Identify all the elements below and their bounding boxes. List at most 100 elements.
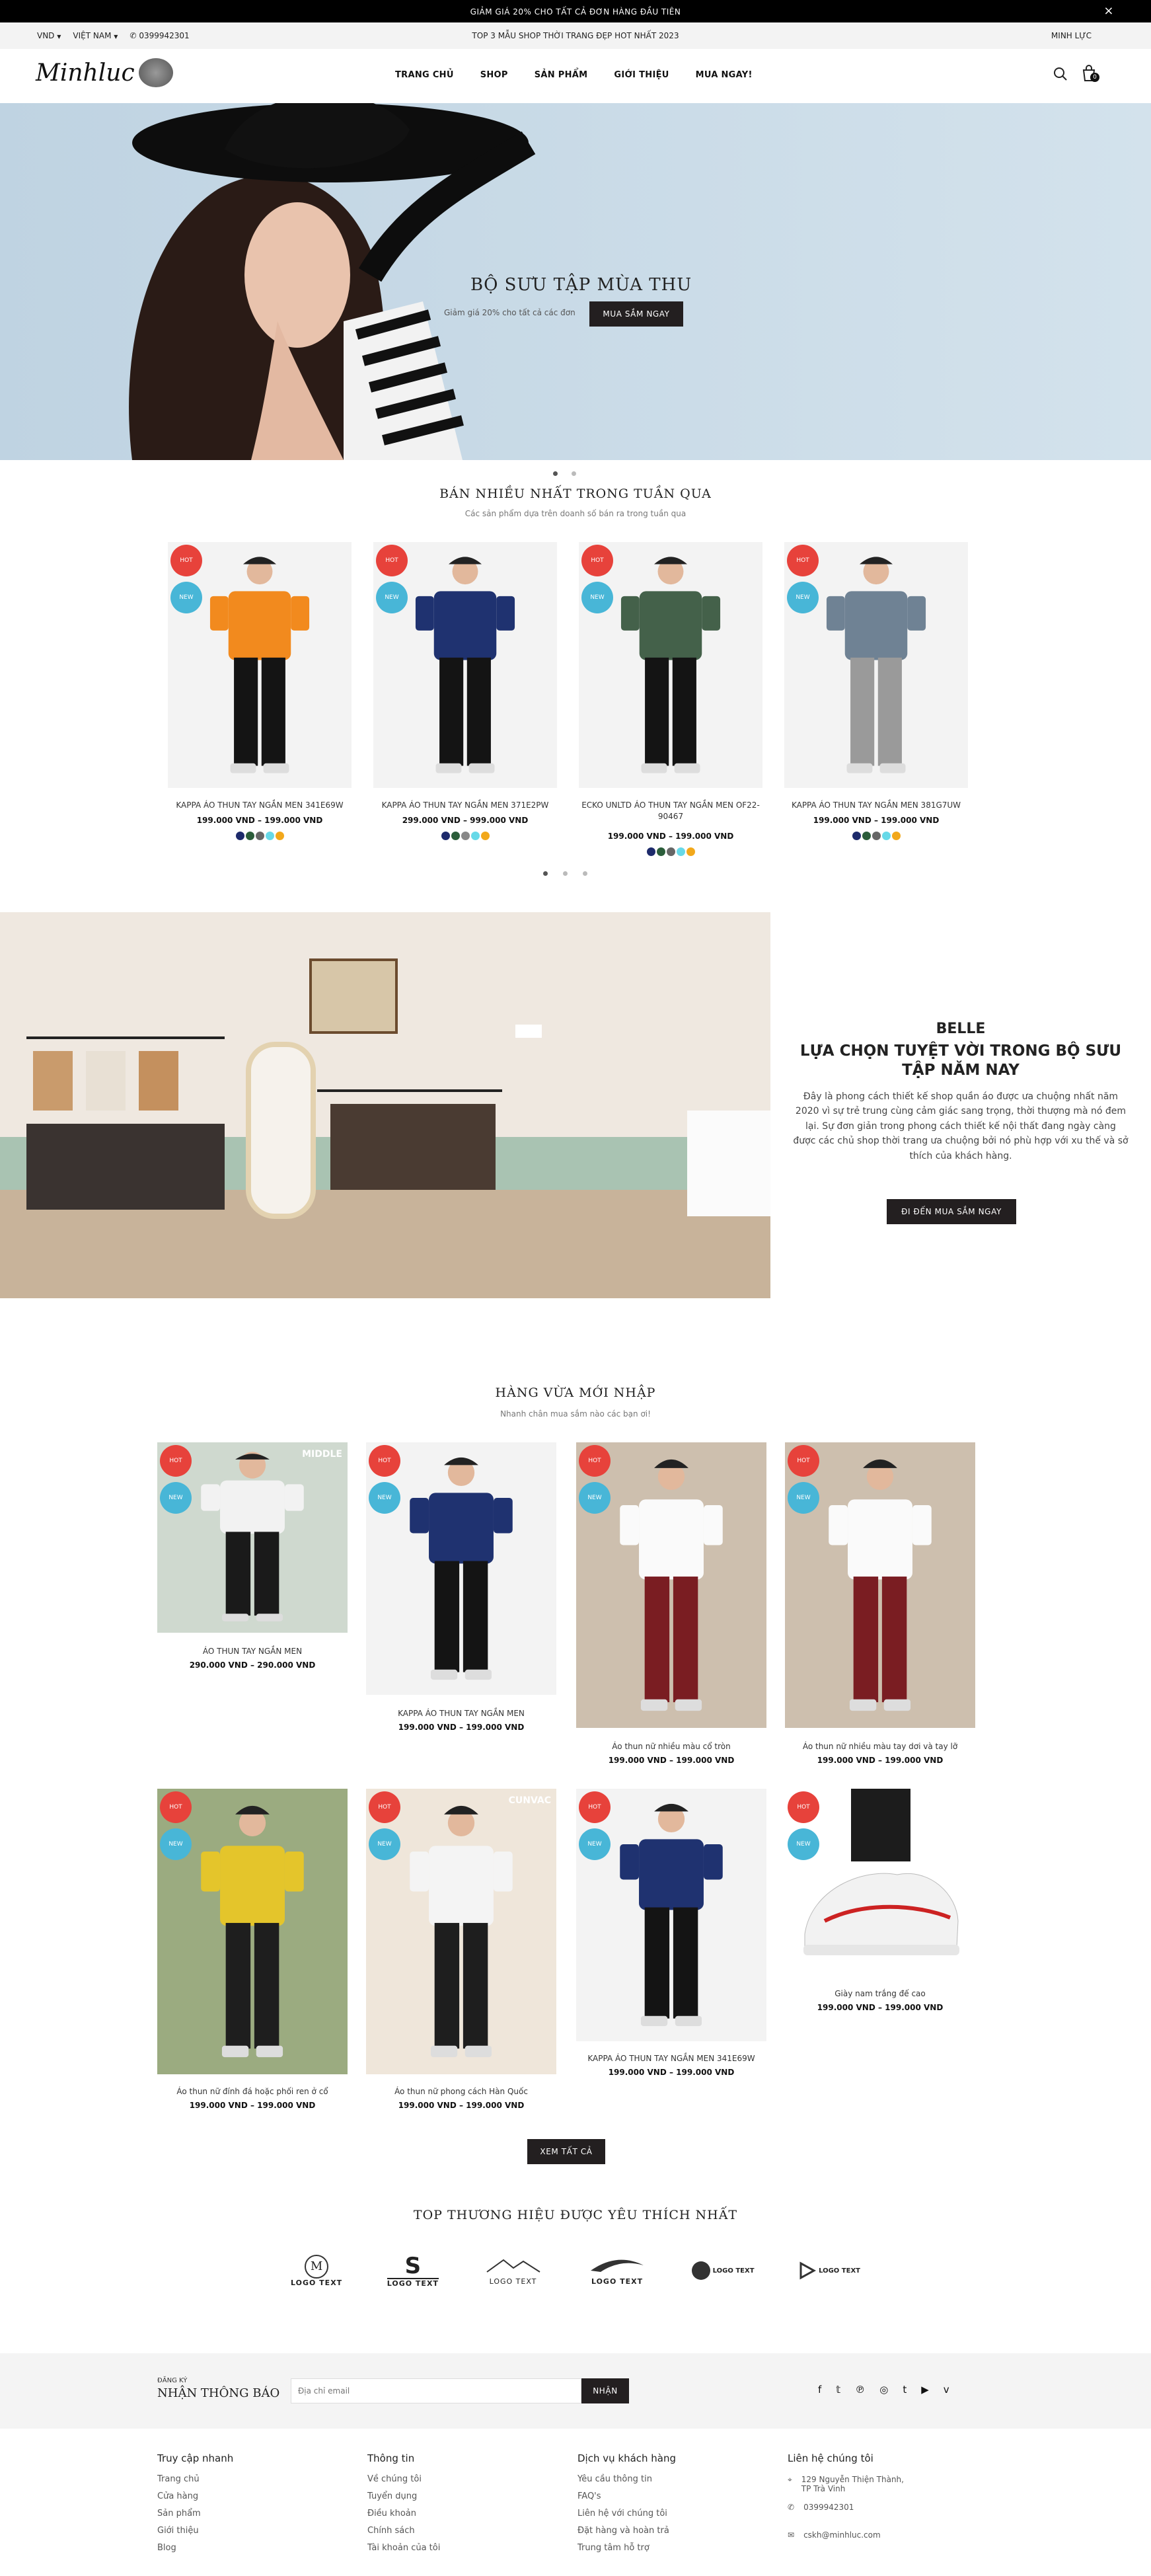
product-card[interactable]: HOT NEW KAPPA ÁO THUN TAY NGẮN MEN 381G7…: [784, 542, 968, 859]
footer-link[interactable]: Chính sách: [367, 2522, 552, 2540]
brand-logo[interactable]: LOGO TEXT: [587, 2256, 647, 2286]
color-swatch[interactable]: [470, 832, 480, 840]
brand-logo[interactable]: LOGO TEXT: [799, 2261, 860, 2280]
product-image[interactable]: [576, 1789, 766, 2041]
product-name[interactable]: Giày nam trắng đế cao: [785, 1988, 975, 2000]
color-swatch[interactable]: [881, 832, 891, 840]
color-swatch[interactable]: [676, 847, 685, 856]
product-card[interactable]: HOT NEW ECKO UNLTD ÁO THUN TAY NGẮN MEN …: [579, 542, 762, 859]
product-card[interactable]: HOT NEW KAPPA ÁO THUN TAY NGẮN MEN 199.0…: [366, 1442, 556, 1736]
color-swatch[interactable]: [686, 847, 695, 856]
color-swatch[interactable]: [852, 832, 861, 840]
slider-dot[interactable]: [572, 471, 576, 476]
shop-now-button[interactable]: MUA SẮM NGAY: [589, 301, 683, 327]
color-swatch[interactable]: [646, 847, 655, 856]
youtube-icon[interactable]: ▶: [921, 2384, 929, 2396]
carousel-dot[interactable]: [543, 871, 548, 876]
color-swatch[interactable]: [891, 832, 901, 840]
slider-dot[interactable]: [553, 471, 558, 476]
color-swatch[interactable]: [275, 832, 284, 840]
product-name[interactable]: Áo thun nữ nhiều màu tay dơi và tay lỡ: [785, 1741, 975, 1752]
brand-logo[interactable]: LOGO TEXT: [484, 2256, 543, 2286]
product-name[interactable]: Áo thun nữ phong cách Hàn Quốc: [366, 2086, 556, 2097]
product-card[interactable]: CUNVAC HOT NEW Áo thun nữ phong cách Hàn…: [366, 1789, 556, 2114]
product-card[interactable]: HOT NEW KAPPA ÁO THUN TAY NGẮN MEN 341E6…: [168, 542, 352, 859]
color-swatch[interactable]: [235, 832, 244, 840]
product-name[interactable]: KAPPA ÁO THUN TAY NGẮN MEN 341E69W: [576, 2053, 766, 2064]
footer-link[interactable]: Blog: [157, 2540, 342, 2557]
nav-home[interactable]: TRANG CHỦ: [395, 70, 454, 80]
product-image[interactable]: [366, 1442, 556, 1695]
instagram-icon[interactable]: ◎: [879, 2384, 888, 2396]
product-name[interactable]: KAPPA ÁO THUN TAY NGẮN MEN 371E2PW: [373, 800, 557, 811]
brand-logo[interactable]: M LOGO TEXT: [291, 2254, 342, 2287]
product-name[interactable]: Áo thun nữ nhiều màu cổ tròn: [576, 1741, 766, 1752]
product-image[interactable]: [579, 542, 762, 788]
product-card[interactable]: HOT NEW Áo thun nữ đính đá hoặc phối ren…: [157, 1789, 348, 2114]
color-swatch[interactable]: [451, 832, 460, 840]
color-swatch[interactable]: [245, 832, 254, 840]
nav-shop[interactable]: SHOP: [480, 70, 508, 80]
user-account-link[interactable]: MINH LỰC: [1051, 31, 1092, 40]
vimeo-icon[interactable]: v: [944, 2384, 949, 2396]
footer-link[interactable]: Trung tâm hỗ trợ: [577, 2540, 762, 2557]
product-name[interactable]: KAPPA ÁO THUN TAY NGẮN MEN: [366, 1708, 556, 1719]
tumblr-icon[interactable]: t: [903, 2384, 907, 2396]
product-card[interactable]: HOT NEW KAPPA ÁO THUN TAY NGẮN MEN 371E2…: [373, 542, 557, 859]
carousel-dot[interactable]: [563, 871, 568, 876]
facebook-icon[interactable]: f: [818, 2384, 821, 2396]
footer-link[interactable]: Trang chủ: [157, 2471, 342, 2488]
color-swatch[interactable]: [656, 847, 665, 856]
product-card[interactable]: HOT NEW Áo thun nữ nhiều màu tay dơi và …: [785, 1442, 975, 1769]
footer-email[interactable]: ✉ cskh@minhluc.com: [788, 2530, 992, 2540]
footer-link[interactable]: Tuyển dụng: [367, 2488, 552, 2505]
product-name[interactable]: ÁO THUN TAY NGẮN MEN: [157, 1646, 348, 1657]
color-swatch[interactable]: [872, 832, 881, 840]
color-swatch[interactable]: [666, 847, 675, 856]
product-image[interactable]: [168, 542, 352, 788]
subscribe-button[interactable]: NHẬN: [581, 2378, 629, 2403]
search-icon[interactable]: [1053, 67, 1068, 81]
go-shopping-button[interactable]: ĐI ĐẾN MUA SẮM NGAY: [887, 1199, 1016, 1224]
color-swatch[interactable]: [441, 832, 450, 840]
footer-link[interactable]: Tài khoản của tôi: [367, 2540, 552, 2557]
footer-link[interactable]: Sản phẩm: [157, 2505, 342, 2522]
product-card[interactable]: HOT NEW Giày nam trắng đế cao 199.000 VN…: [785, 1789, 975, 2016]
view-all-button[interactable]: XEM TẤT CẢ: [527, 2139, 605, 2164]
footer-phone[interactable]: ✆ 0399942301: [788, 2503, 992, 2512]
nav-products[interactable]: SẢN PHẨM: [535, 70, 588, 80]
color-swatch[interactable]: [862, 832, 871, 840]
footer-link[interactable]: Đặt hàng và hoàn trả: [577, 2522, 762, 2540]
pinterest-icon[interactable]: ℗: [855, 2384, 865, 2396]
product-image[interactable]: [784, 542, 968, 788]
product-name[interactable]: Áo thun nữ đính đá hoặc phối ren ở cổ: [157, 2086, 348, 2097]
nav-buy-now[interactable]: MUA NGAY!: [696, 70, 753, 80]
cart-button[interactable]: 0: [1081, 65, 1099, 85]
close-announcement-button[interactable]: ×: [1103, 4, 1114, 18]
product-name[interactable]: KAPPA ÁO THUN TAY NGẮN MEN 381G7UW: [784, 800, 968, 811]
color-swatch[interactable]: [255, 832, 264, 840]
carousel-dot[interactable]: [583, 871, 587, 876]
product-image[interactable]: [373, 542, 557, 788]
product-card[interactable]: HOT NEW KAPPA ÁO THUN TAY NGẮN MEN 341E6…: [576, 1789, 766, 2081]
twitter-icon[interactable]: 𝕥: [836, 2384, 840, 2396]
footer-link[interactable]: Về chúng tôi: [367, 2471, 552, 2488]
color-swatch[interactable]: [461, 832, 470, 840]
footer-link[interactable]: Giới thiệu: [157, 2522, 342, 2540]
product-name[interactable]: ECKO UNLTD ÁO THUN TAY NGẮN MEN OF22-904…: [579, 800, 762, 823]
footer-link[interactable]: FAQ's: [577, 2488, 762, 2505]
footer-link[interactable]: Liên hệ với chúng tôi: [577, 2505, 762, 2522]
nav-about[interactable]: GIỚI THIỆU: [614, 70, 669, 80]
email-input[interactable]: [291, 2378, 581, 2403]
product-card[interactable]: MIDDLE HOT NEW ÁO THUN TAY NGẮN MEN 290.…: [157, 1442, 348, 1674]
brand-logo[interactable]: LOGO TEXT: [691, 2261, 755, 2280]
product-name[interactable]: KAPPA ÁO THUN TAY NGẮN MEN 341E69W: [168, 800, 352, 811]
footer-link[interactable]: Yêu cầu thông tin: [577, 2471, 762, 2488]
footer-link[interactable]: Điều khoản: [367, 2505, 552, 2522]
product-card[interactable]: HOT NEW Áo thun nữ nhiều màu cổ tròn 199…: [576, 1442, 766, 1769]
logo[interactable]: Minhluc: [36, 58, 173, 87]
brand-logo[interactable]: S LOGO TEXT: [387, 2254, 439, 2288]
color-swatch[interactable]: [265, 832, 274, 840]
color-swatch[interactable]: [480, 832, 490, 840]
footer-link[interactable]: Cửa hàng: [157, 2488, 342, 2505]
